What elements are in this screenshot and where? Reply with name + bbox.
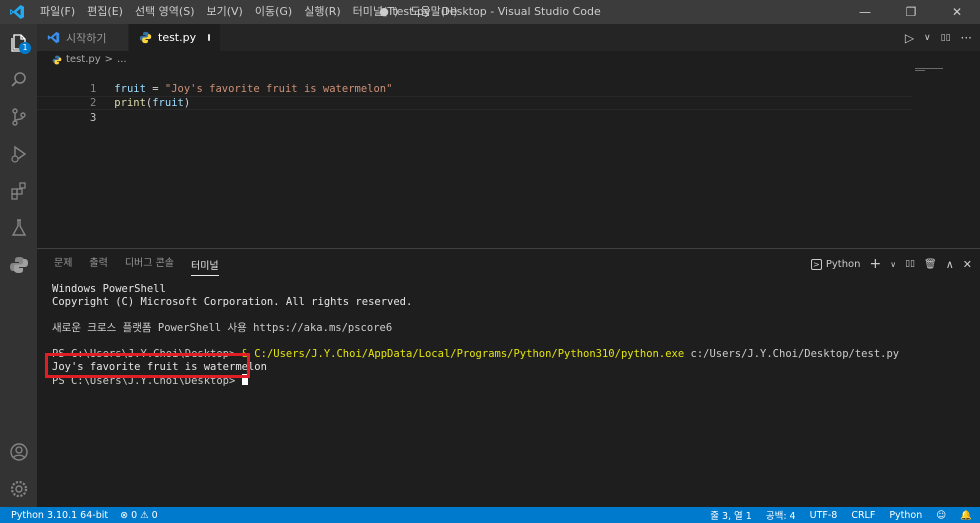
activity-bar-bottom xyxy=(0,433,37,507)
testing-flask-icon[interactable] xyxy=(0,209,37,246)
menu-terminal[interactable]: 터미널(T) xyxy=(347,0,405,24)
terminal-icon: > xyxy=(810,258,822,270)
status-bar-right: 줄 3, 열 1 공백: 4 UTF-8 CRLF Python ☺ 🔔 xyxy=(710,507,972,523)
terminal-command: & C:/Users/J.Y.Choi/AppData/Local/Progra… xyxy=(241,348,685,360)
terminal-line: Copyright (C) Microsoft Corporation. All… xyxy=(52,296,413,308)
breadcrumb-file[interactable]: test.py xyxy=(66,54,101,65)
menu-run[interactable]: 실행(R) xyxy=(298,0,346,24)
python-icon[interactable] xyxy=(0,246,37,283)
terminal-line: 새로운 크로스 플랫폼 PowerShell 사용 https://aka.ms… xyxy=(52,322,393,334)
code-line-3: 3 xyxy=(37,96,912,124)
unsaved-dot-icon[interactable] xyxy=(208,34,210,41)
account-icon[interactable] xyxy=(0,433,37,470)
menu-edit[interactable]: 편집(E) xyxy=(81,0,129,24)
restore-button[interactable]: ❐ xyxy=(888,0,934,24)
error-count: 0 xyxy=(131,509,138,521)
activity-bar: 1 xyxy=(0,24,37,507)
close-window-button[interactable]: ✕ xyxy=(934,0,980,24)
editor-actions: ▷ ∨ ▯▯ ··· xyxy=(905,24,972,51)
explorer-icon[interactable]: 1 xyxy=(0,24,37,61)
new-terminal-button[interactable]: + xyxy=(870,256,882,272)
tab-welcome[interactable]: 시작하기 xyxy=(37,24,129,51)
new-terminal-menu-chevron-icon[interactable]: ∨ xyxy=(890,260,896,269)
terminal-argument: c:/Users/J.Y.Choi/Desktop/test.py xyxy=(684,348,900,360)
minimize-button[interactable]: — xyxy=(842,0,888,24)
indentation[interactable]: 공백: 4 xyxy=(766,508,796,522)
split-editor-button[interactable]: ▯▯ xyxy=(941,33,951,43)
run-python-button[interactable]: ▷ xyxy=(905,31,914,45)
notifications-bell-icon[interactable]: 🔔 xyxy=(960,510,972,521)
cursor-position[interactable]: 줄 3, 열 1 xyxy=(710,508,752,522)
tab-output[interactable]: 출력 xyxy=(89,249,107,279)
split-terminal-button[interactable]: ▯▯ xyxy=(905,259,915,269)
encoding[interactable]: UTF-8 xyxy=(810,510,838,521)
tab-terminal[interactable]: 터미널 xyxy=(191,252,219,276)
menu-go[interactable]: 이동(G) xyxy=(249,0,298,24)
settings-gear-icon[interactable] xyxy=(0,470,37,507)
tab-problems[interactable]: 문제 xyxy=(54,249,72,279)
python-interpreter[interactable]: Python 3.10.1 64-bit xyxy=(11,510,108,521)
run-debug-icon[interactable] xyxy=(0,135,37,172)
more-actions-button[interactable]: ··· xyxy=(961,31,972,45)
tab-debug-console[interactable]: 디버그 콘솔 xyxy=(125,249,174,279)
python-file-icon xyxy=(139,31,152,44)
vscode-tab-icon xyxy=(47,31,60,44)
menu-view[interactable]: 보기(V) xyxy=(200,0,248,24)
output-highlight-box xyxy=(45,353,250,378)
breadcrumb: test.py > ... xyxy=(37,51,980,68)
close-panel-button[interactable]: ✕ xyxy=(963,258,972,271)
vscode-logo-icon xyxy=(0,0,34,24)
terminal-selector[interactable]: > Python xyxy=(810,258,861,270)
code-editor[interactable]: 1 fruit = "Joy's favorite fruit is waterm… xyxy=(37,68,980,248)
tab-test-py[interactable]: test.py xyxy=(129,24,221,51)
window-controls: — ❐ ✕ xyxy=(842,0,980,24)
menu-bar: 파일(F) 편집(E) 선택 영역(S) 보기(V) 이동(G) 실행(R) 터… xyxy=(34,0,464,24)
end-of-line[interactable]: CRLF xyxy=(851,510,875,521)
problems-indicator[interactable]: ⊗ 0 ⚠ 0 xyxy=(120,510,158,521)
maximize-panel-chevron-icon[interactable]: ∧ xyxy=(946,258,954,271)
status-bar: Python 3.10.1 64-bit ⊗ 0 ⚠ 0 줄 3, 열 1 공백… xyxy=(0,507,980,523)
terminal-line: Windows PowerShell xyxy=(52,283,166,295)
menu-file[interactable]: 파일(F) xyxy=(34,0,81,24)
panel-actions: > Python + ∨ ▯▯ 🗑 ∧ ✕ xyxy=(810,249,972,279)
warning-count: 0 xyxy=(151,509,158,521)
panel-tabs: 문제 출력 디버그 콘솔 터미널 xyxy=(37,249,236,279)
minimap[interactable] xyxy=(915,68,955,78)
tab-welcome-label: 시작하기 xyxy=(66,31,107,45)
breadcrumb-rest[interactable]: ... xyxy=(117,54,127,65)
title-bar: ● test.py - Desktop - Visual Studio Code… xyxy=(0,0,980,24)
menu-help[interactable]: 도움말(H) xyxy=(404,0,463,24)
run-menu-chevron-icon[interactable]: ∨ xyxy=(924,33,931,43)
warning-icon: ⚠ xyxy=(140,509,149,521)
language-mode[interactable]: Python xyxy=(889,510,922,521)
terminal-name: Python xyxy=(825,258,861,270)
kill-terminal-trash-icon[interactable]: 🗑 xyxy=(924,259,937,270)
explorer-badge: 1 xyxy=(19,42,31,54)
breadcrumb-separator: > xyxy=(104,54,114,65)
tab-test-py-label: test.py xyxy=(158,31,197,44)
error-icon: ⊗ xyxy=(120,509,129,521)
python-file-icon xyxy=(52,55,62,64)
status-bar-left: Python 3.10.1 64-bit ⊗ 0 ⚠ 0 xyxy=(0,510,158,521)
search-icon[interactable] xyxy=(0,61,37,98)
line-number: 3 xyxy=(89,112,97,124)
feedback-icon[interactable]: ☺ xyxy=(936,510,946,521)
menu-selection[interactable]: 선택 영역(S) xyxy=(129,0,201,24)
code-line-2: 2 print(fruit) xyxy=(37,82,912,109)
source-control-icon[interactable] xyxy=(0,98,37,135)
editor-tabs: 시작하기 test.py ▷ ∨ ▯▯ ··· xyxy=(37,24,980,51)
code-line-1: 1 fruit = "Joy's favorite fruit is waterm… xyxy=(37,68,912,95)
extensions-icon[interactable] xyxy=(0,172,37,209)
